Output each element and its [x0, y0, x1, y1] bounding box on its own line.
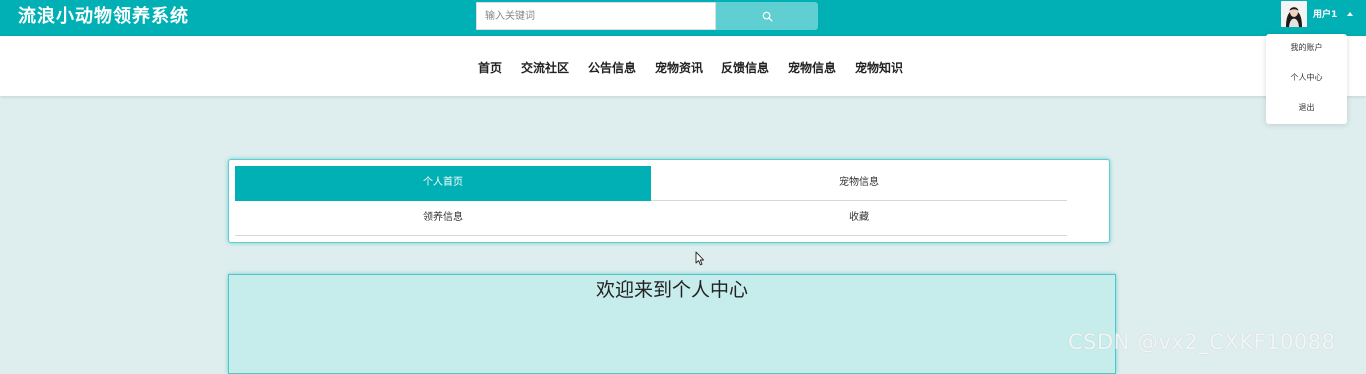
- dropdown-item-logout[interactable]: 退出: [1266, 102, 1347, 114]
- menu-item-personal-home[interactable]: 个人首页: [235, 166, 651, 201]
- nav-item-pet-knowledge[interactable]: 宠物知识: [855, 60, 903, 76]
- personal-menu-panel: 个人首页 宠物信息 领养信息 收藏: [228, 159, 1110, 243]
- nav-item-pet-news[interactable]: 宠物资讯: [655, 60, 703, 76]
- user-name[interactable]: 用户1: [1313, 9, 1337, 21]
- search-input[interactable]: [476, 2, 716, 30]
- search-button[interactable]: [716, 2, 818, 30]
- dropdown-item-my-account[interactable]: 我的账户: [1266, 42, 1347, 54]
- search-icon: [762, 11, 772, 21]
- watermark: CSDN @vx2_CXKF10088: [1068, 330, 1336, 354]
- dropdown-item-personal-center[interactable]: 个人中心: [1266, 72, 1347, 84]
- menu-item-favorites[interactable]: 收藏: [651, 201, 1067, 236]
- site-title[interactable]: 流浪小动物领养系统: [18, 5, 189, 29]
- user-dropdown-menu: 我的账户 个人中心 退出: [1266, 34, 1347, 124]
- top-header-bar: 流浪小动物领养系统 用户1: [0, 0, 1366, 36]
- welcome-heading: 欢迎来到个人中心: [595, 279, 748, 301]
- nav-item-home[interactable]: 首页: [478, 60, 502, 76]
- menu-item-pet-info[interactable]: 宠物信息: [651, 166, 1067, 201]
- nav-item-community[interactable]: 交流社区: [521, 60, 569, 76]
- mouse-pointer-icon: [695, 251, 705, 266]
- nav-item-announcements[interactable]: 公告信息: [588, 60, 636, 76]
- user-avatar[interactable]: [1281, 1, 1307, 27]
- welcome-panel: 欢迎来到个人中心: [228, 274, 1116, 374]
- main-nav: 首页 交流社区 公告信息 宠物资讯 反馈信息 宠物信息 宠物知识: [0, 36, 1366, 96]
- caret-up-icon[interactable]: [1347, 12, 1353, 16]
- menu-item-adoption-info[interactable]: 领养信息: [235, 201, 651, 236]
- nav-item-pet-info[interactable]: 宠物信息: [788, 60, 836, 76]
- nav-item-feedback[interactable]: 反馈信息: [721, 60, 769, 76]
